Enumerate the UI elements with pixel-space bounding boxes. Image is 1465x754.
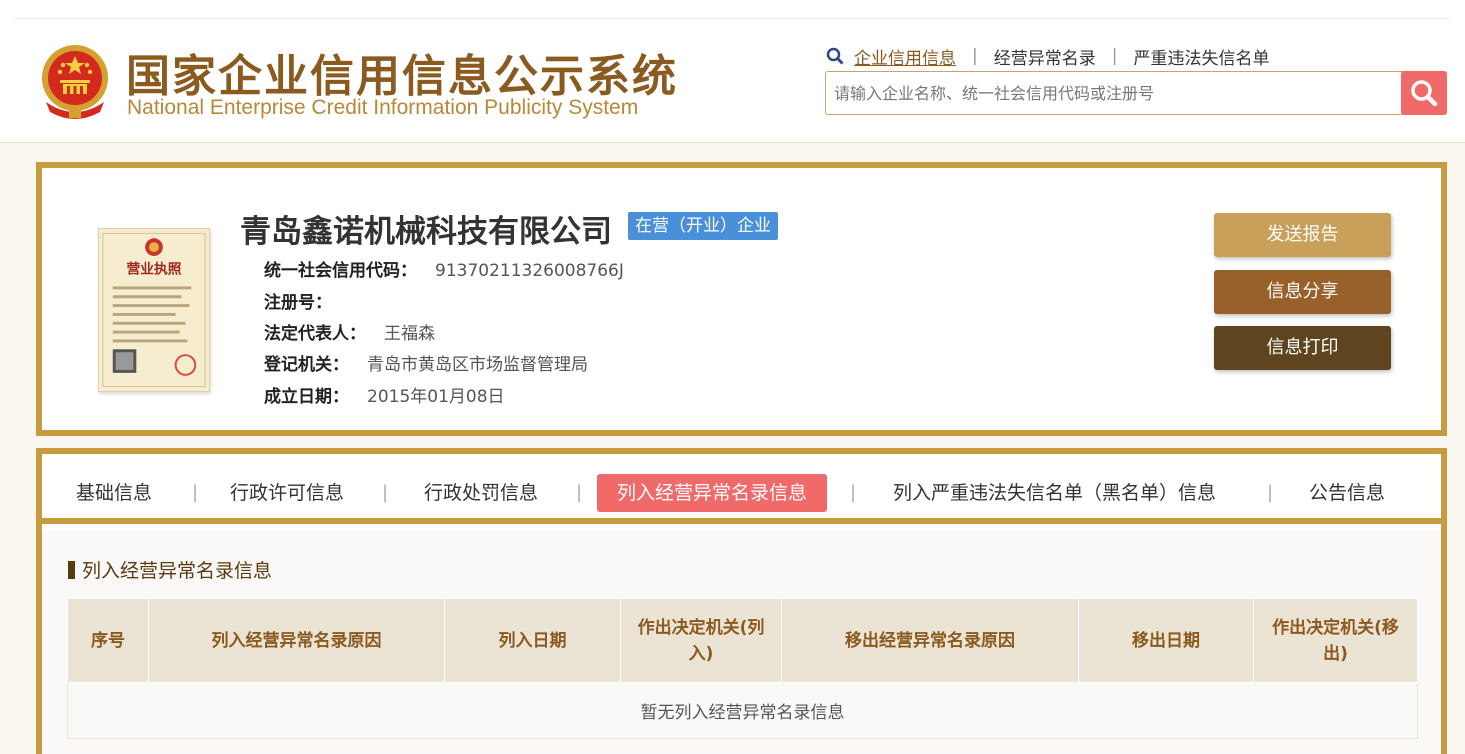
- column-header: 移出日期: [1078, 598, 1254, 683]
- company-panel: 营业执照 青岛鑫诺机械科技有限公司 在营（开业）企业 统一社会信用代码： 9137…: [36, 162, 1447, 436]
- nav-link-credit-info[interactable]: 企业信用信息: [854, 44, 956, 69]
- site-title-en: National Enterprise Credit Information P…: [127, 96, 639, 119]
- search-icon: [1411, 80, 1438, 107]
- share-info-button[interactable]: 信息分享: [1214, 270, 1391, 314]
- tabs-panel: 基础信息 | 行政许可信息 | 行政处罚信息 | 列入经营异常名录信息 | 列入…: [36, 448, 1447, 754]
- column-header: 列入经营异常名录原因: [148, 598, 445, 683]
- tab-separator: |: [382, 482, 389, 503]
- info-value: 2015年01月08日: [367, 387, 505, 407]
- company-name: 青岛鑫诺机械科技有限公司: [240, 214, 612, 250]
- national-emblem-icon: [42, 45, 108, 119]
- info-label: 法定代表人：: [264, 324, 366, 344]
- info-value: 青岛市黄岛区市场监督管理局: [367, 355, 588, 375]
- table-row: 暂无列入经营异常名录信息: [67, 682, 1418, 739]
- tab-separator: |: [192, 482, 199, 503]
- tab-separator: |: [850, 482, 857, 503]
- site-title-cn: 国家企业信用信息公示系统: [126, 51, 678, 102]
- tab-admin-penalty[interactable]: 行政处罚信息: [424, 474, 538, 512]
- search-button[interactable]: [1401, 71, 1447, 115]
- abnormal-list-table: 序号 列入经营异常名录原因 列入日期 作出决定机关(列入) 移出经营异常名录原因…: [67, 598, 1418, 739]
- info-row-registration-authority: 登记机关： 青岛市黄岛区市场监督管理局: [264, 350, 588, 375]
- table-header-row: 序号 列入经营异常名录原因 列入日期 作出决定机关(列入) 移出经营异常名录原因…: [67, 598, 1418, 683]
- info-label: 成立日期：: [264, 387, 349, 407]
- header-divider: [14, 18, 1451, 19]
- nav-separator: |: [1111, 46, 1118, 66]
- tab-content: 列入经营异常名录信息 序号 列入经营异常名录原因 列入日期 作出决定机关(列入)…: [42, 530, 1441, 754]
- info-label: 注册号：: [264, 293, 332, 313]
- license-title: 营业执照: [126, 261, 181, 278]
- nav-separator: |: [972, 46, 978, 66]
- info-value: 91370211326008766J: [435, 261, 624, 281]
- tab-admin-license[interactable]: 行政许可信息: [230, 474, 344, 512]
- column-header: 列入日期: [444, 598, 621, 683]
- info-row-reg-number: 注册号：: [264, 288, 350, 313]
- top-nav: 企业信用信息 | 经营异常名录 | 严重违法失信名单: [826, 44, 1269, 69]
- column-header: 序号: [67, 598, 149, 683]
- search-small-icon: [826, 47, 844, 65]
- empty-table-message: 暂无列入经营异常名录信息: [67, 682, 1418, 739]
- search-input[interactable]: [834, 72, 1400, 114]
- tabs-bar: 基础信息 | 行政许可信息 | 行政处罚信息 | 列入经营异常名录信息 | 列入…: [42, 454, 1441, 524]
- print-info-button[interactable]: 信息打印: [1214, 326, 1391, 370]
- info-label: 登记机关：: [264, 355, 349, 375]
- tab-separator: |: [1267, 482, 1274, 503]
- info-value: 王福森: [384, 324, 435, 344]
- nav-link-abnormal-list[interactable]: 经营异常名录: [994, 44, 1096, 69]
- section-title: 列入经营异常名录信息: [68, 560, 272, 582]
- status-badge: 在营（开业）企业: [628, 212, 778, 240]
- nav-link-blacklist[interactable]: 严重违法失信名单: [1133, 44, 1269, 69]
- section-title-text: 列入经营异常名录信息: [82, 560, 273, 582]
- tab-announcements[interactable]: 公告信息: [1309, 474, 1385, 512]
- column-header: 作出决定机关(移出): [1253, 598, 1418, 683]
- tab-basic-info[interactable]: 基础信息: [76, 474, 152, 512]
- search-box: [825, 71, 1447, 115]
- tab-blacklist[interactable]: 列入严重违法失信名单（黑名单）信息: [893, 474, 1216, 512]
- info-row-legal-rep: 法定代表人： 王福森: [264, 319, 435, 344]
- section-title-bar: [68, 561, 75, 579]
- column-header: 作出决定机关(列入): [620, 598, 782, 683]
- info-row-founded-date: 成立日期： 2015年01月08日: [264, 382, 505, 407]
- send-report-button[interactable]: 发送报告: [1214, 213, 1391, 257]
- column-header: 移出经营异常名录原因: [781, 598, 1079, 683]
- tab-abnormal-operation[interactable]: 列入经营异常名录信息: [597, 474, 828, 512]
- business-license-image[interactable]: 营业执照: [98, 228, 210, 392]
- tab-separator: |: [576, 482, 583, 503]
- info-row-credit-code: 统一社会信用代码： 91370211326008766J: [264, 256, 624, 281]
- site-header: 国家企业信用信息公示系统 National Enterprise Credit …: [0, 0, 1465, 143]
- info-label: 统一社会信用代码：: [264, 261, 417, 281]
